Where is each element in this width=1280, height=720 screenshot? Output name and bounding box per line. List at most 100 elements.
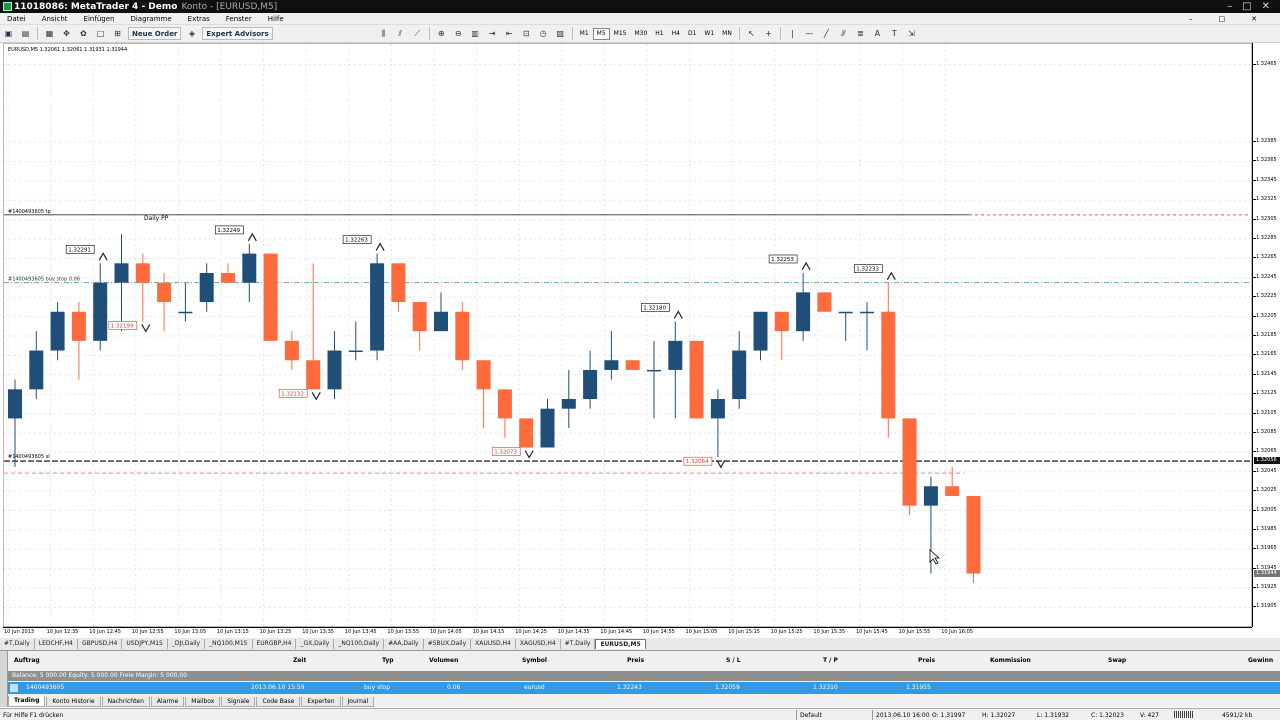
terminal-tab[interactable]: Signale xyxy=(221,697,256,707)
candlestick-icon[interactable]: ⫽ xyxy=(394,27,407,40)
chart-tab[interactable]: LEDCHF,H4 xyxy=(35,639,78,649)
chart-area[interactable]: #1400493605 tp Daily PP #1400493605 buy st… xyxy=(3,43,1252,627)
timeframe-h4[interactable]: H4 xyxy=(668,28,684,40)
chart-tab[interactable]: #AA,Daily xyxy=(384,639,424,649)
crosshair-icon[interactable]: + xyxy=(762,27,775,40)
terminal-tab[interactable]: Experten xyxy=(301,697,341,707)
arrows-tool-icon[interactable]: ⇲ xyxy=(905,27,918,40)
col-time[interactable]: Zeit xyxy=(293,657,306,664)
tester-icon[interactable]: ⊞ xyxy=(111,27,124,40)
timeframe-h1[interactable]: H1 xyxy=(651,28,667,40)
expert-advisors-button[interactable]: Expert Advisors xyxy=(202,27,273,40)
price-axis[interactable]: 1.32465 1.32385 1.32365 1.32345 1.32325 1.323… xyxy=(1252,43,1280,627)
chart-shift-icon[interactable]: ⇤ xyxy=(503,27,516,40)
timeframe-m15[interactable]: M15 xyxy=(610,28,631,40)
time-axis[interactable]: 10 Jun 2013 10 Jun 12:35 10 Jun 12:45 10 Ju… xyxy=(3,627,1252,638)
timeframe-m1[interactable]: M1 xyxy=(576,28,593,40)
bar-chart-icon[interactable]: ⫼ xyxy=(377,27,390,40)
candlestick-chart[interactable]: #1400493605 tp Daily PP #1400493605 buy st… xyxy=(4,44,1252,627)
col-symbol[interactable]: Symbol xyxy=(522,657,547,664)
timeframe-mn[interactable]: MN xyxy=(718,28,736,40)
menu-extras[interactable]: Extras xyxy=(188,15,210,23)
terminal-tab[interactable]: Konto Historie xyxy=(46,697,101,707)
horizontal-line-icon[interactable]: — xyxy=(803,27,816,40)
close-button[interactable]: ✕ xyxy=(1262,1,1270,12)
autoscroll-icon[interactable]: ⇥ xyxy=(486,27,499,40)
maximize-button[interactable]: □ xyxy=(1242,1,1251,12)
time-tick-label: 10 Jun 16:05 xyxy=(941,629,973,635)
col-sl[interactable]: S / L xyxy=(726,657,741,664)
timeframe-m5[interactable]: M5 xyxy=(592,27,610,40)
menu-hilfe[interactable]: Hilfe xyxy=(268,15,284,23)
metaeditor-icon[interactable]: ◈ xyxy=(185,27,198,40)
zoom-in-icon[interactable]: ⊕ xyxy=(435,27,448,40)
chart-tab[interactable]: #SBUX,Daily xyxy=(424,639,472,649)
chart-tab[interactable]: XAUUSD,H4 xyxy=(471,639,516,649)
cursor-icon[interactable]: ↖ xyxy=(745,27,758,40)
tile-windows-icon[interactable]: ▥ xyxy=(469,27,482,40)
status-profile[interactable]: Default xyxy=(800,712,822,719)
terminal-tab[interactable]: Journal xyxy=(341,697,375,707)
text-tool-icon[interactable]: A xyxy=(871,27,884,40)
chart-tab[interactable]: _NQ100,M15 xyxy=(205,639,253,649)
terminal-sidebar[interactable] xyxy=(0,651,8,707)
navigator-icon[interactable]: ✿ xyxy=(77,27,90,40)
time-tick-label: 10 Jun 12:55 xyxy=(131,629,164,635)
col-profit[interactable]: Gewinn xyxy=(1248,657,1273,664)
terminal-tab[interactable]: Alarme xyxy=(150,697,185,707)
chart-tab[interactable]: #T,Daily xyxy=(561,639,596,649)
periods-icon[interactable]: ◷ xyxy=(537,27,550,40)
new-order-button[interactable]: Neue Order xyxy=(128,27,182,40)
col-tp[interactable]: T / P xyxy=(823,657,838,664)
candle xyxy=(902,418,917,516)
minimize-button[interactable]: – xyxy=(1227,1,1232,12)
menu-diagramme[interactable]: Diagramme xyxy=(130,15,171,23)
col-commission[interactable]: Kommission xyxy=(990,657,1031,664)
chart-tab[interactable]: USDJPY,M15 xyxy=(122,639,168,649)
col-swap[interactable]: Swap xyxy=(1108,657,1126,664)
chart-tab[interactable]: _DJI,Daily xyxy=(168,639,206,649)
zoom-out-icon[interactable]: ⊖ xyxy=(452,27,465,40)
chart-tab[interactable]: EURGBP,H4 xyxy=(253,639,297,649)
new-chart-icon[interactable]: ▣ xyxy=(2,27,15,40)
chart-tab[interactable]: EURUSD,M5 xyxy=(595,639,646,649)
terminal-tab[interactable]: Nachrichten xyxy=(101,697,150,707)
vertical-line-icon[interactable]: | xyxy=(786,27,799,40)
menu-datei[interactable]: Datei xyxy=(7,15,26,23)
terminal-tab[interactable]: Code Base xyxy=(256,697,301,707)
timeframe-w1[interactable]: W1 xyxy=(700,28,718,40)
chart-tab[interactable]: XAGUSD,H4 xyxy=(516,639,561,649)
trendline-icon[interactable]: ╱ xyxy=(820,27,833,40)
terminal-tab[interactable]: Trading xyxy=(8,696,46,707)
menu-ansicht[interactable]: Ansicht xyxy=(42,15,68,23)
market-watch-icon[interactable]: ▦ xyxy=(43,27,56,40)
chart-close-button[interactable]: ✕ xyxy=(1251,15,1257,23)
timeframe-d1[interactable]: D1 xyxy=(684,28,700,40)
col-type[interactable]: Typ xyxy=(382,657,394,664)
chart-tab[interactable]: #T,Daily xyxy=(0,639,35,649)
col-order[interactable]: Auftrag xyxy=(14,657,40,664)
chart-tab[interactable]: GBPUSD,H4 xyxy=(78,639,123,649)
chart-tab[interactable]: _NQ100,Daily xyxy=(334,639,385,649)
fibonacci-icon[interactable]: ≣ xyxy=(854,27,867,40)
templates-icon[interactable]: ▧ xyxy=(554,27,567,40)
terminal-tab[interactable]: Mailbox xyxy=(185,697,221,707)
indicators-icon[interactable]: ⊡ xyxy=(520,27,533,40)
chart-minimize-button[interactable]: – xyxy=(1189,15,1193,23)
label-tool-icon[interactable]: T xyxy=(888,27,901,40)
chart-tab[interactable]: _GX,Daily xyxy=(296,639,335,649)
chart-restore-button[interactable]: □ xyxy=(1219,15,1226,23)
data-window-icon[interactable]: ✥ xyxy=(60,27,73,40)
col-volume[interactable]: Volumen xyxy=(429,657,458,664)
timeframe-m30[interactable]: M30 xyxy=(630,28,651,40)
menu-einfuegen[interactable]: Einfügen xyxy=(84,15,115,23)
menu-fenster[interactable]: Fenster xyxy=(226,15,252,23)
col-price2[interactable]: Preis xyxy=(918,657,935,664)
channel-icon[interactable]: ⫻ xyxy=(837,27,850,40)
line-chart-icon[interactable]: ⟋ xyxy=(411,27,424,40)
order-row[interactable]: 1400493605 2013.06.10 15:59 buy stop 0.0… xyxy=(8,682,1280,694)
col-price[interactable]: Preis xyxy=(627,657,644,664)
fractal-up-icon xyxy=(98,252,108,261)
terminal-icon[interactable]: □ xyxy=(94,27,107,40)
profiles-icon[interactable]: ▤ xyxy=(19,27,32,40)
